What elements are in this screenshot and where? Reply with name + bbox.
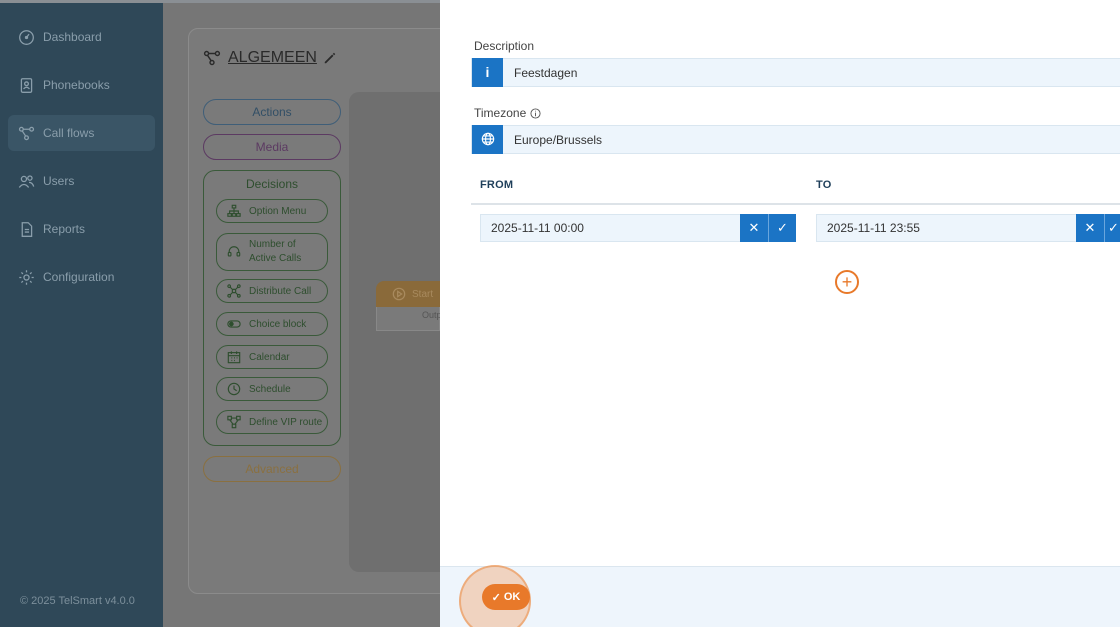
- check-icon: ✓: [777, 220, 788, 235]
- from-column-header: FROM: [480, 179, 514, 191]
- decision-choice-block[interactable]: Choice block: [216, 312, 328, 336]
- decision-option-menu[interactable]: Option Menu: [216, 199, 328, 223]
- start-node[interactable]: Start: [376, 281, 440, 307]
- description-input[interactable]: Feestdagen: [503, 66, 577, 80]
- clock-icon: [227, 382, 241, 396]
- timezone-label: Timezone: [474, 106, 541, 120]
- headset-icon: [227, 246, 241, 257]
- timezone-field[interactable]: Europe/Brussels: [471, 124, 1120, 154]
- ok-button[interactable]: ✓ OK: [482, 584, 530, 610]
- decision-label: Calendar: [249, 351, 290, 363]
- ok-button-label: OK: [503, 591, 521, 603]
- sidebar-item-dashboard[interactable]: Dashboard: [8, 19, 155, 55]
- sidebar-item-label: Configuration: [43, 270, 115, 284]
- decision-define-vip-route[interactable]: Define VIP route: [216, 410, 328, 434]
- check-icon: ✓: [491, 591, 501, 604]
- calendar-dialog: [440, 0, 1120, 627]
- start-node-output: Outp: [376, 307, 442, 331]
- check-icon: ✓: [1108, 220, 1119, 235]
- from-confirm-button[interactable]: ✓: [768, 214, 796, 242]
- sidebar-item-configuration[interactable]: Configuration: [8, 259, 155, 295]
- header-divider: [471, 203, 1120, 205]
- sidebar-item-label: Call flows: [43, 126, 95, 140]
- sidebar-item-label: Reports: [43, 222, 86, 236]
- globe-icon: [472, 124, 503, 154]
- to-column-header: TO: [816, 179, 832, 191]
- sitemap-icon: [227, 204, 241, 217]
- sidebar-item-phonebooks[interactable]: Phonebooks: [8, 67, 155, 103]
- decisions-label: Decisions: [245, 177, 299, 191]
- start-node-label: Start: [412, 288, 434, 300]
- toggle-icon: [227, 320, 241, 328]
- sidebar-item-reports[interactable]: Reports: [8, 211, 155, 247]
- calendar-icon: [227, 351, 241, 364]
- gear-icon: [19, 269, 34, 285]
- sidebar: Dashboard Phonebooks Call flows Users Re…: [0, 0, 163, 627]
- advanced-group-button[interactable]: Advanced: [203, 456, 341, 482]
- phonebook-icon: [20, 77, 33, 93]
- distribute-icon: [227, 284, 241, 298]
- info-icon: i: [472, 57, 503, 87]
- sidebar-item-call-flows[interactable]: Call flows: [8, 115, 155, 151]
- from-clear-button[interactable]: ✕: [740, 214, 768, 242]
- play-icon: [392, 287, 406, 301]
- gauge-icon: [19, 29, 34, 45]
- actions-group-button[interactable]: Actions: [203, 99, 341, 125]
- flow-canvas: [349, 92, 440, 572]
- description-field[interactable]: i Feestdagen: [471, 57, 1120, 87]
- flow-icon: [18, 126, 35, 140]
- flow-icon: [203, 50, 221, 66]
- timezone-select[interactable]: Europe/Brussels: [503, 133, 602, 147]
- users-icon: [18, 174, 35, 188]
- dialog-footer: [440, 566, 1120, 627]
- sidebar-item-users[interactable]: Users: [8, 163, 155, 199]
- to-clear-button[interactable]: ✕: [1076, 214, 1104, 242]
- plus-icon: +: [841, 272, 853, 292]
- copyright-footer: © 2025 TelSmart v4.0.0: [20, 595, 135, 607]
- pencil-icon[interactable]: [323, 51, 337, 65]
- from-datetime-input[interactable]: 2025-11-11 00:00: [480, 214, 742, 242]
- description-label-text: Description: [474, 39, 535, 53]
- decision-label: Define VIP route: [249, 416, 323, 428]
- report-icon: [21, 221, 33, 237]
- vip-route-icon: [227, 415, 241, 429]
- decision-calendar[interactable]: Calendar: [216, 345, 328, 369]
- backdrop-top-line: [163, 0, 440, 3]
- to-datetime-input[interactable]: 2025-11-11 23:55: [816, 214, 1078, 242]
- decision-schedule[interactable]: Schedule: [216, 377, 328, 401]
- decision-label: Choice block: [249, 318, 307, 330]
- decision-distribute-call[interactable]: Distribute Call: [216, 279, 328, 303]
- decision-label: Number of Active Calls: [249, 239, 302, 264]
- add-period-button[interactable]: +: [835, 270, 859, 294]
- sidebar-top-line: [0, 0, 163, 3]
- info-circle-icon[interactable]: [530, 107, 541, 119]
- media-group-button[interactable]: Media: [203, 134, 341, 160]
- flow-title[interactable]: ALGEMEEN: [203, 49, 337, 67]
- decision-number-of-active-calls[interactable]: Number of Active Calls: [216, 233, 328, 271]
- close-icon: ✕: [748, 220, 760, 235]
- sidebar-item-label: Phonebooks: [43, 78, 110, 92]
- decision-label: Option Menu: [249, 205, 307, 217]
- sidebar-item-label: Dashboard: [43, 30, 102, 44]
- sidebar-item-label: Users: [43, 174, 75, 188]
- to-confirm-button[interactable]: ✓: [1104, 214, 1120, 242]
- close-icon: ✕: [1084, 220, 1096, 235]
- decision-label: Schedule: [249, 383, 291, 395]
- description-label: Description: [474, 39, 534, 53]
- decision-label: Distribute Call: [249, 285, 312, 297]
- flow-title-text: ALGEMEEN: [228, 49, 317, 66]
- timezone-label-text: Timezone: [474, 106, 527, 120]
